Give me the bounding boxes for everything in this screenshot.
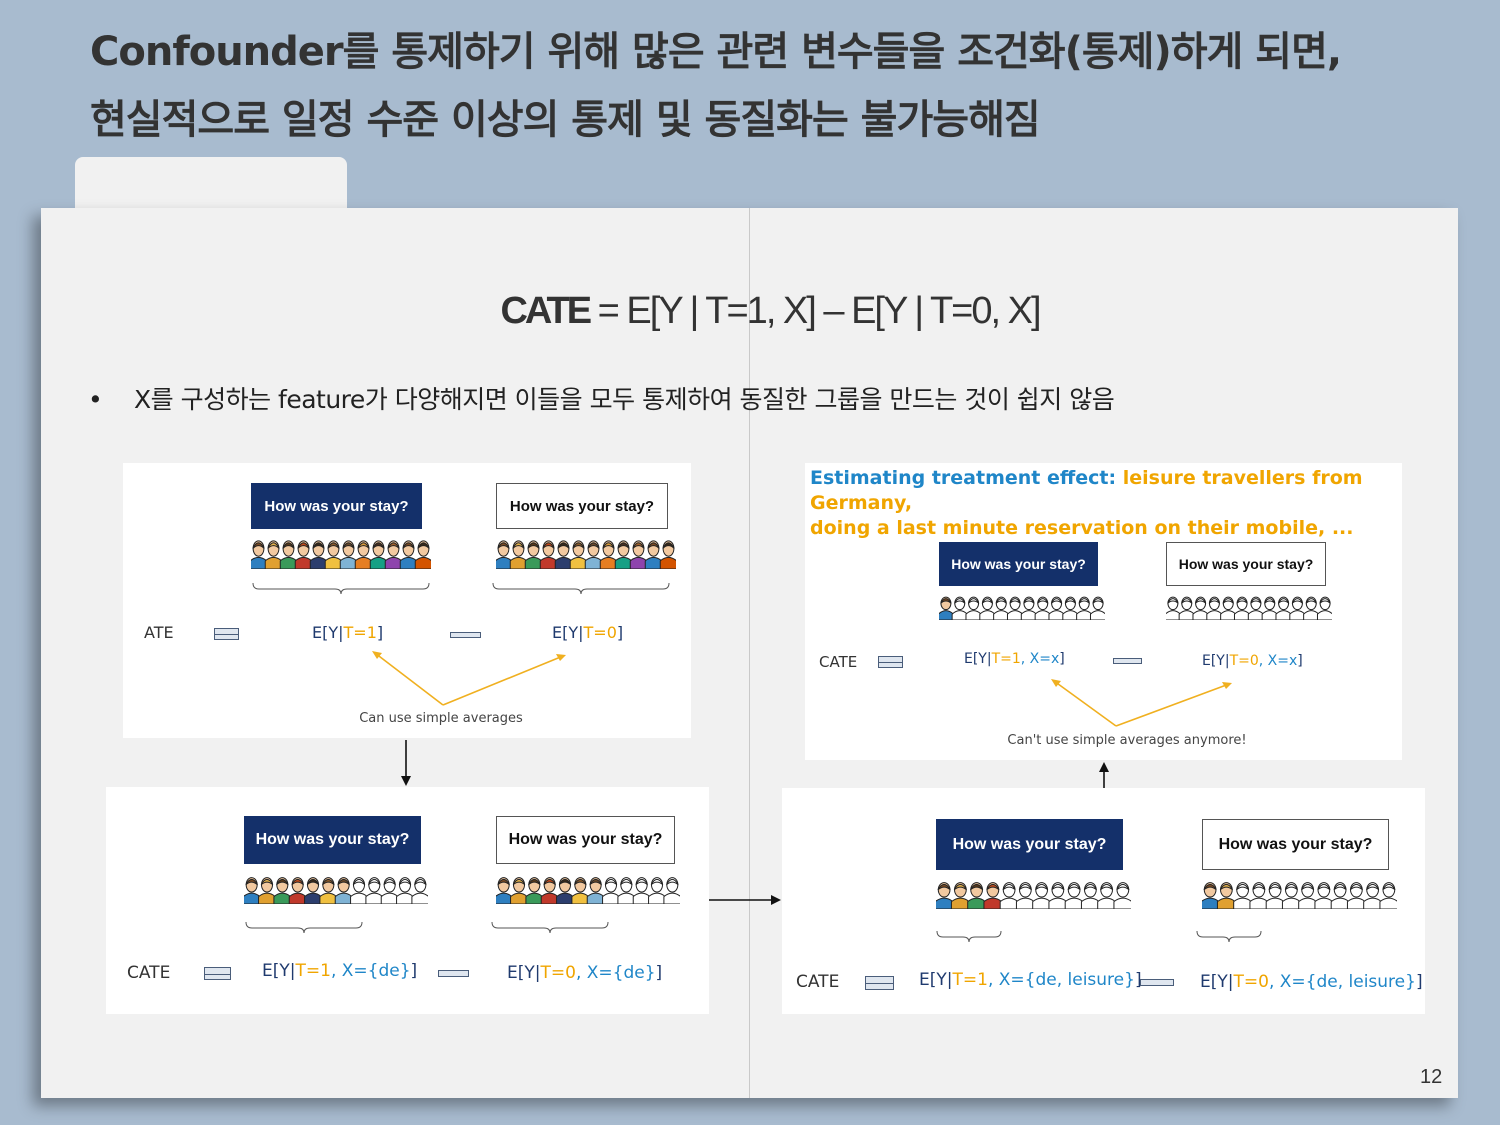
flow-arrows bbox=[401, 740, 1109, 905]
up-arrow bbox=[1099, 762, 1109, 788]
page-number: 12 bbox=[1420, 1066, 1443, 1088]
right-arrow bbox=[709, 895, 781, 905]
down-arrow bbox=[401, 740, 411, 786]
